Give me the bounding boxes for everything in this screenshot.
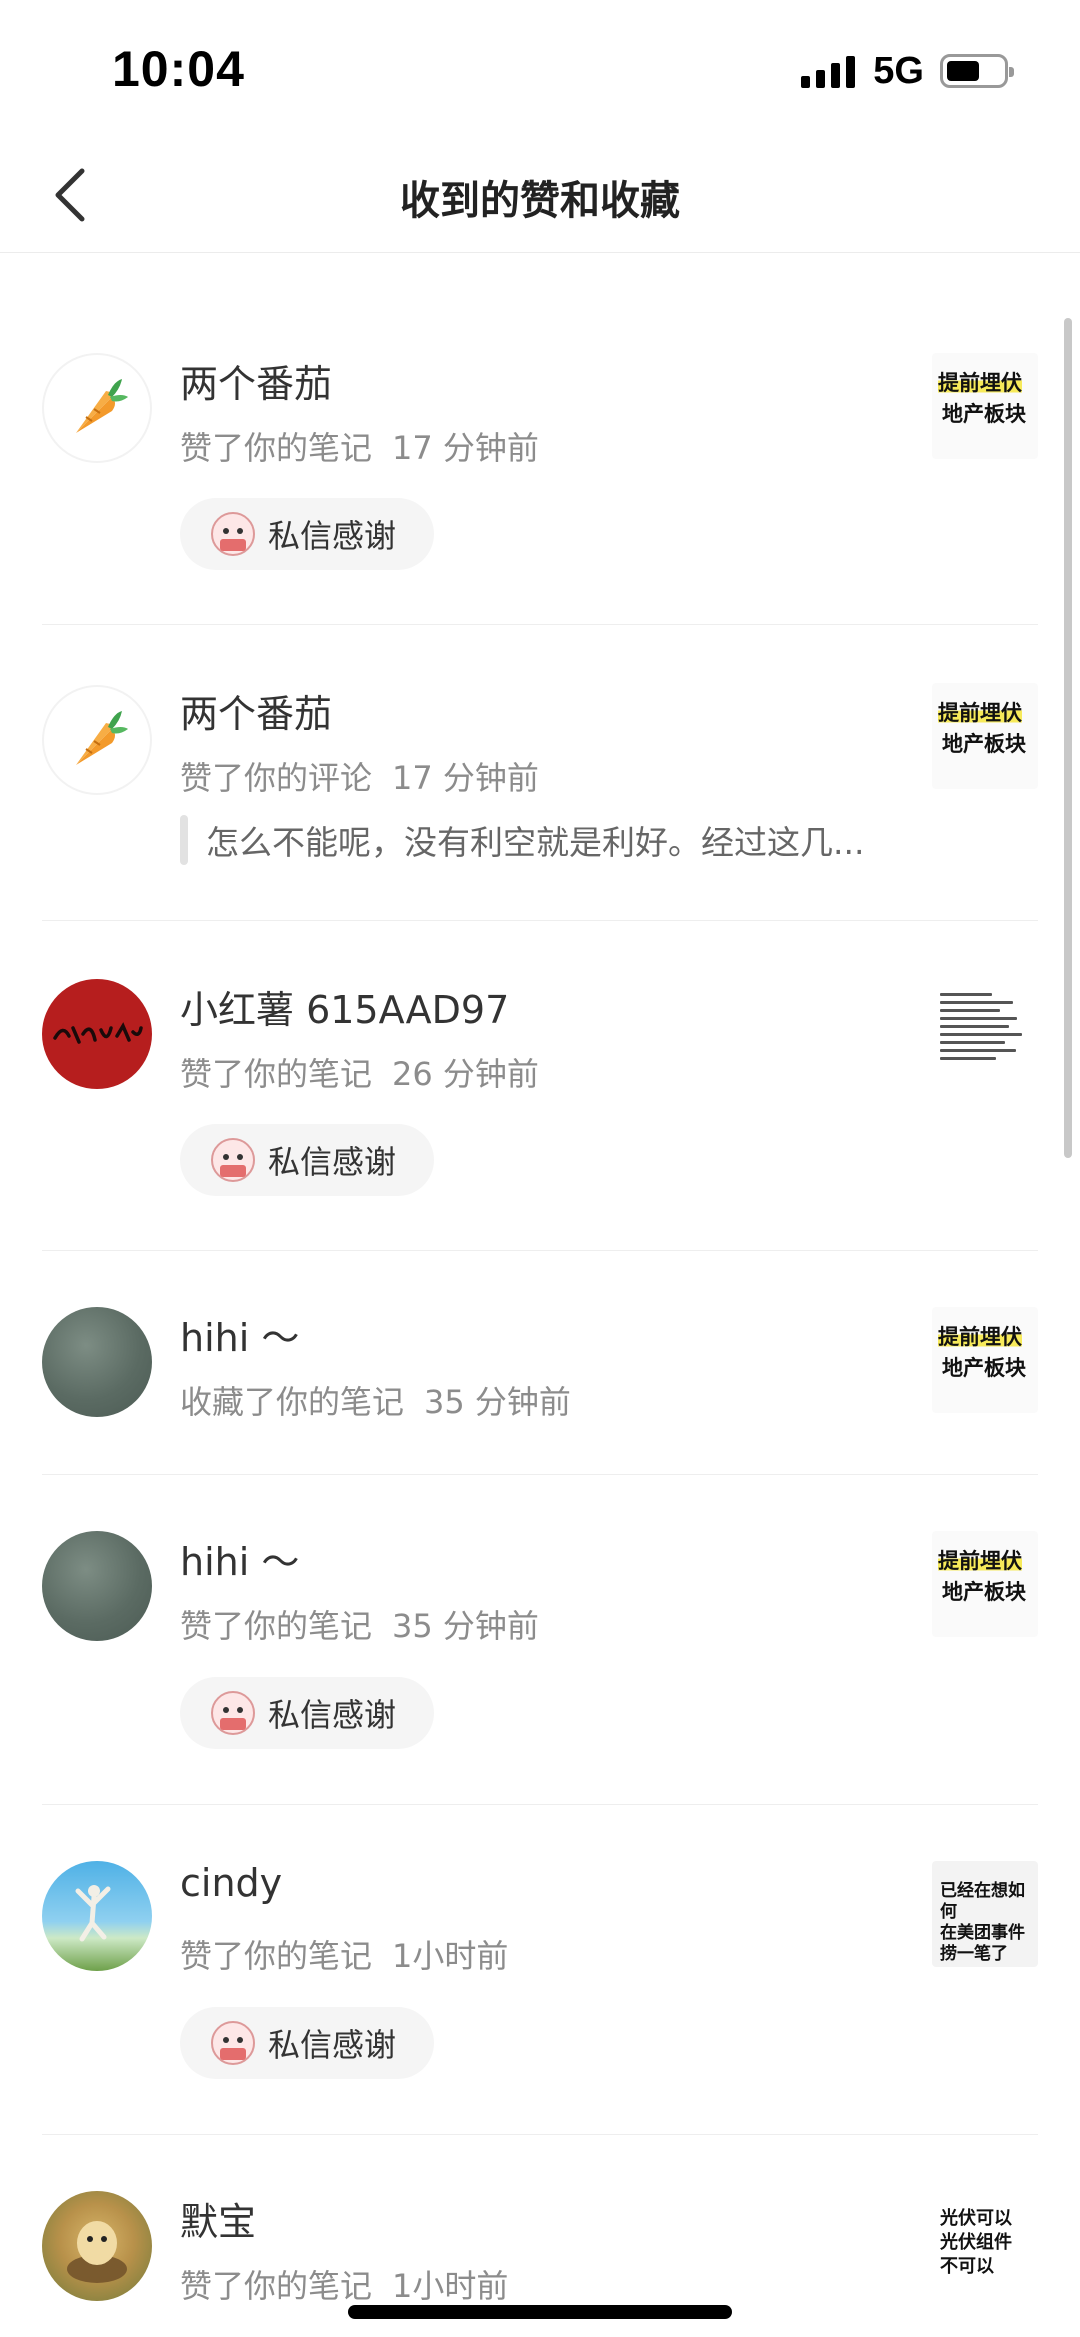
- home-indicator[interactable]: [348, 2305, 732, 2319]
- action-text: 赞了你的笔记: [180, 2267, 373, 2305]
- user-nickname[interactable]: hihi ～: [180, 1531, 299, 1586]
- action-meta: 赞了你的评论 17 分钟前: [180, 753, 539, 799]
- sticker-icon: [211, 1138, 255, 1182]
- jumping-person-icon: [75, 1885, 111, 1942]
- avatar[interactable]: [42, 2191, 152, 2301]
- avatar[interactable]: [42, 1861, 152, 1971]
- thank-label: 私信感谢: [268, 517, 397, 555]
- avatar[interactable]: [42, 979, 152, 1089]
- note-thumbnail[interactable]: 已经在想如何 在美团事件 捞一笔了: [932, 1861, 1038, 1967]
- quote-bar: [180, 815, 188, 865]
- note-thumbnail[interactable]: 光伏可以 光伏组件 不可以: [932, 2191, 1038, 2297]
- status-indicators: 5G: [801, 49, 1014, 92]
- thank-message-button[interactable]: 私信感谢: [180, 2007, 434, 2079]
- sticker-icon: [211, 2021, 255, 2065]
- list-item[interactable]: 两个番茄 赞了你的评论 17 分钟前 怎么不能呢，没有利空就是利好。经过这几...…: [0, 625, 1080, 921]
- thumb-line: 地产板块: [942, 1580, 1026, 1604]
- list-item[interactable]: cindy 赞了你的笔记 1小时前 私信感谢 已经在想如何 在美团事件 捞一笔了: [0, 1805, 1080, 2135]
- thumb-text: 光伏可以 光伏组件 不可以: [940, 2208, 1012, 2277]
- timestamp: 35 分钟前: [424, 1383, 571, 1421]
- hamster-icon: [67, 2221, 127, 2283]
- thumb-text: 已经在想如何 在美团事件 捞一笔了: [940, 1881, 1025, 1964]
- action-meta: 赞了你的笔记 1小时前: [180, 1931, 508, 1977]
- sticker-icon: [211, 1691, 255, 1735]
- page-title: 收到的赞和收藏: [400, 178, 680, 224]
- note-thumbnail[interactable]: 提前埋伏 地产板块: [932, 1307, 1038, 1413]
- list-item[interactable]: hihi ～ 收藏了你的笔记 35 分钟前 提前埋伏 地产板块: [0, 1251, 1080, 1475]
- list-item[interactable]: 小红薯 615AAD97 赞了你的笔记 26 分钟前 私信感谢: [0, 921, 1080, 1251]
- action-text: 赞了你的笔记: [180, 429, 373, 467]
- avatar[interactable]: [42, 1531, 152, 1641]
- thumb-line: 提前埋伏: [938, 1321, 1022, 1351]
- thank-label: 私信感谢: [268, 1696, 397, 1734]
- user-nickname[interactable]: 两个番茄: [180, 353, 332, 408]
- timestamp: 17 分钟前: [392, 759, 539, 797]
- thumb-text-lines: [940, 993, 1026, 1065]
- user-nickname[interactable]: cindy: [180, 1861, 282, 1905]
- avatar[interactable]: [42, 1307, 152, 1417]
- status-time: 10:04: [112, 41, 245, 97]
- avatar[interactable]: [42, 685, 152, 795]
- action-text: 赞了你的笔记: [180, 1607, 373, 1645]
- note-thumbnail[interactable]: [932, 979, 1038, 1085]
- sticker-icon: [211, 512, 255, 556]
- user-nickname[interactable]: 小红薯 615AAD97: [180, 979, 509, 1034]
- action-text: 赞了你的笔记: [180, 1055, 373, 1093]
- action-text: 收藏了你的笔记: [180, 1383, 405, 1421]
- thank-label: 私信感谢: [268, 1143, 397, 1181]
- user-nickname[interactable]: hihi ～: [180, 1307, 299, 1362]
- carrot-icon: [76, 711, 128, 765]
- timestamp: 1小时前: [392, 1937, 509, 1975]
- thumb-line: 提前埋伏: [938, 697, 1022, 727]
- action-meta: 赞了你的笔记 26 分钟前: [180, 1049, 539, 1095]
- timestamp: 1小时前: [392, 2267, 509, 2305]
- thank-message-button[interactable]: 私信感谢: [180, 498, 434, 570]
- comment-text: 怎么不能呢，没有利空就是利好。经过这几...: [206, 823, 865, 862]
- comment-quote[interactable]: 怎么不能呢，没有利空就是利好。经过这几...: [180, 815, 864, 865]
- thumb-line: 地产板块: [942, 1356, 1026, 1380]
- note-thumbnail[interactable]: 提前埋伏 地产板块: [932, 1531, 1038, 1637]
- carrot-icon: [76, 379, 128, 433]
- thank-message-button[interactable]: 私信感谢: [180, 1677, 434, 1749]
- list-item[interactable]: 两个番茄 赞了你的笔记 17 分钟前 私信感谢 提前埋伏 地产板块: [0, 253, 1080, 625]
- calligraphy-avatar-icon: [53, 1022, 143, 1044]
- notification-list: 两个番茄 赞了你的笔记 17 分钟前 私信感谢 提前埋伏 地产板块 两个番茄 赞…: [0, 253, 1080, 2335]
- action-meta: 收藏了你的笔记 35 分钟前: [180, 1377, 571, 1423]
- status-bar: 10:04 5G: [0, 0, 1080, 140]
- user-nickname[interactable]: 两个番茄: [180, 683, 332, 738]
- action-text: 赞了你的笔记: [180, 1937, 373, 1975]
- timestamp: 26 分钟前: [392, 1055, 539, 1093]
- action-meta: 赞了你的笔记 35 分钟前: [180, 1601, 539, 1647]
- nav-bar: 收到的赞和收藏: [0, 140, 1080, 253]
- action-meta: 赞了你的笔记 1小时前: [180, 2261, 508, 2307]
- thumb-line: 提前埋伏: [938, 367, 1022, 397]
- signal-icon: [801, 54, 856, 88]
- note-thumbnail[interactable]: 提前埋伏 地产板块: [932, 353, 1038, 459]
- note-thumbnail[interactable]: 提前埋伏 地产板块: [932, 683, 1038, 789]
- thumb-line: 地产板块: [942, 402, 1026, 426]
- thank-label: 私信感谢: [268, 2026, 397, 2064]
- thank-message-button[interactable]: 私信感谢: [180, 1124, 434, 1196]
- battery-icon: [940, 54, 1014, 88]
- action-meta: 赞了你的笔记 17 分钟前: [180, 423, 539, 469]
- thumb-line: 地产板块: [942, 732, 1026, 756]
- timestamp: 17 分钟前: [392, 429, 539, 467]
- network-label: 5G: [873, 49, 924, 92]
- avatar[interactable]: [42, 353, 152, 463]
- action-text: 赞了你的评论: [180, 759, 373, 797]
- thumb-line: 提前埋伏: [938, 1545, 1022, 1575]
- timestamp: 35 分钟前: [392, 1607, 539, 1645]
- list-item[interactable]: hihi ～ 赞了你的笔记 35 分钟前 私信感谢 提前埋伏 地产板块: [0, 1475, 1080, 1805]
- user-nickname[interactable]: 默宝: [180, 2191, 256, 2246]
